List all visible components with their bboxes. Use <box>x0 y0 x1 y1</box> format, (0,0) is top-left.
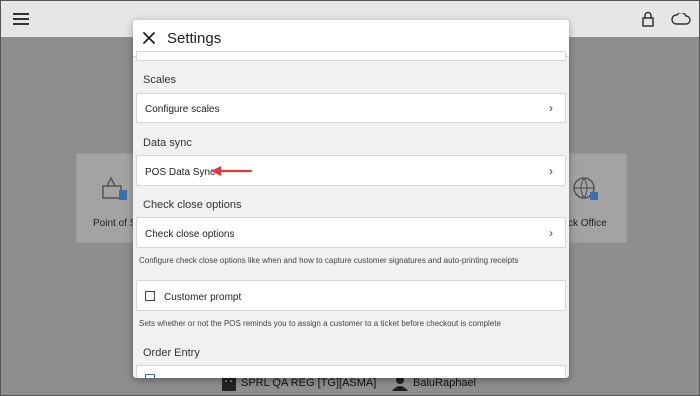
section-data-sync: Data sync <box>143 137 192 149</box>
annotation-arrow-icon <box>211 166 253 176</box>
chevron-right-icon: › <box>549 226 553 240</box>
chevron-right-icon: › <box>549 164 553 178</box>
previous-setting-row[interactable] <box>136 51 566 61</box>
chevron-right-icon: › <box>549 101 553 115</box>
section-check-close: Check close options <box>143 199 242 211</box>
customer-prompt-helper-text: Sets whether or not the POS reminds you … <box>139 319 501 328</box>
user-name: BaluRaphael <box>413 377 476 389</box>
app-frame: Point of S ck Office SPRL QA REG [TG][AS… <box>0 0 700 396</box>
settings-dialog: Settings Scales Configure scales › Data … <box>133 20 569 378</box>
order-entry-checkbox[interactable] <box>145 374 155 378</box>
back-office-tile[interactable]: ck Office <box>567 153 627 243</box>
tile-label-point-of-sale: Point of S <box>93 218 137 229</box>
lock-icon[interactable] <box>641 11 655 27</box>
globe-plug-icon <box>573 177 598 200</box>
register-name: SPRL QA REG [TG][ASMA] <box>241 377 377 389</box>
check-close-options-label: Check close options <box>145 229 235 240</box>
dialog-title: Settings <box>167 30 222 47</box>
pos-data-sync-row[interactable]: POS Data Sync › <box>136 155 566 186</box>
order-entry-row[interactable] <box>136 365 566 378</box>
tile-label-back-office: ck Office <box>568 218 607 229</box>
register-icon <box>102 176 127 200</box>
menu-icon[interactable] <box>13 13 29 26</box>
close-icon[interactable] <box>139 28 159 48</box>
section-order-entry: Order Entry <box>143 347 200 359</box>
customer-prompt-checkbox[interactable] <box>145 291 155 301</box>
customer-prompt-label: Customer prompt <box>164 292 242 303</box>
configure-scales-label: Configure scales <box>145 104 220 115</box>
configure-scales-row[interactable]: Configure scales › <box>136 93 566 123</box>
check-close-options-row[interactable]: Check close options › <box>136 217 566 248</box>
pos-data-sync-label: POS Data Sync <box>145 167 216 178</box>
check-close-helper-text: Configure check close options like when … <box>139 256 519 265</box>
customer-prompt-row[interactable]: Customer prompt <box>136 280 566 311</box>
point-of-sale-tile[interactable]: Point of S <box>76 153 136 243</box>
settings-list[interactable]: Scales Configure scales › Data sync POS … <box>133 51 569 378</box>
cloud-icon[interactable] <box>671 13 691 25</box>
section-scales: Scales <box>143 74 177 86</box>
